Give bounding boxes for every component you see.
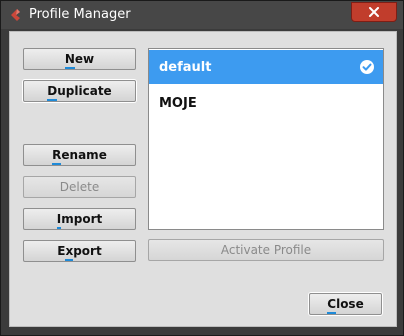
export-button[interactable]: Ex port: [23, 240, 136, 262]
delete-button[interactable]: Delete: [23, 176, 136, 198]
close-button-label: Close: [327, 297, 364, 314]
delete-button-label: Delete: [59, 180, 100, 194]
close-button[interactable]: Close: [309, 293, 382, 315]
activate-profile-button[interactable]: Activate Profile: [148, 239, 384, 261]
dialog-body: New Duplicate Rename Delete Import Ex por…: [9, 31, 397, 327]
activate-profile-button-label: Activate Profile: [220, 243, 312, 257]
title-bar[interactable]: Profile Manager: [1, 1, 403, 29]
duplicate-button-label: Duplicate: [47, 84, 112, 101]
profile-list[interactable]: default MOJE: [148, 48, 384, 230]
window-close-button[interactable]: [351, 2, 397, 22]
check-circle-icon: [360, 60, 374, 74]
window-title: Profile Manager: [29, 7, 131, 22]
duplicate-button[interactable]: Duplicate: [23, 80, 136, 102]
export-button-label: Ex port: [57, 244, 102, 261]
profile-name: default: [159, 59, 212, 75]
profile-item-moje[interactable]: MOJE: [149, 86, 383, 120]
rename-button[interactable]: Rename: [23, 144, 136, 166]
new-button[interactable]: New: [23, 48, 136, 70]
profile-item-default[interactable]: default: [149, 50, 383, 84]
rename-button-label: Rename: [52, 148, 107, 165]
cubase-app-icon: [11, 9, 20, 21]
profile-name: MOJE: [159, 95, 197, 111]
close-icon: [369, 7, 379, 17]
import-button-label: Import: [56, 212, 102, 229]
profile-manager-window: Profile Manager New Duplicate Rename Del…: [0, 0, 404, 336]
new-button-label: New: [64, 52, 94, 69]
import-button[interactable]: Import: [23, 208, 136, 230]
